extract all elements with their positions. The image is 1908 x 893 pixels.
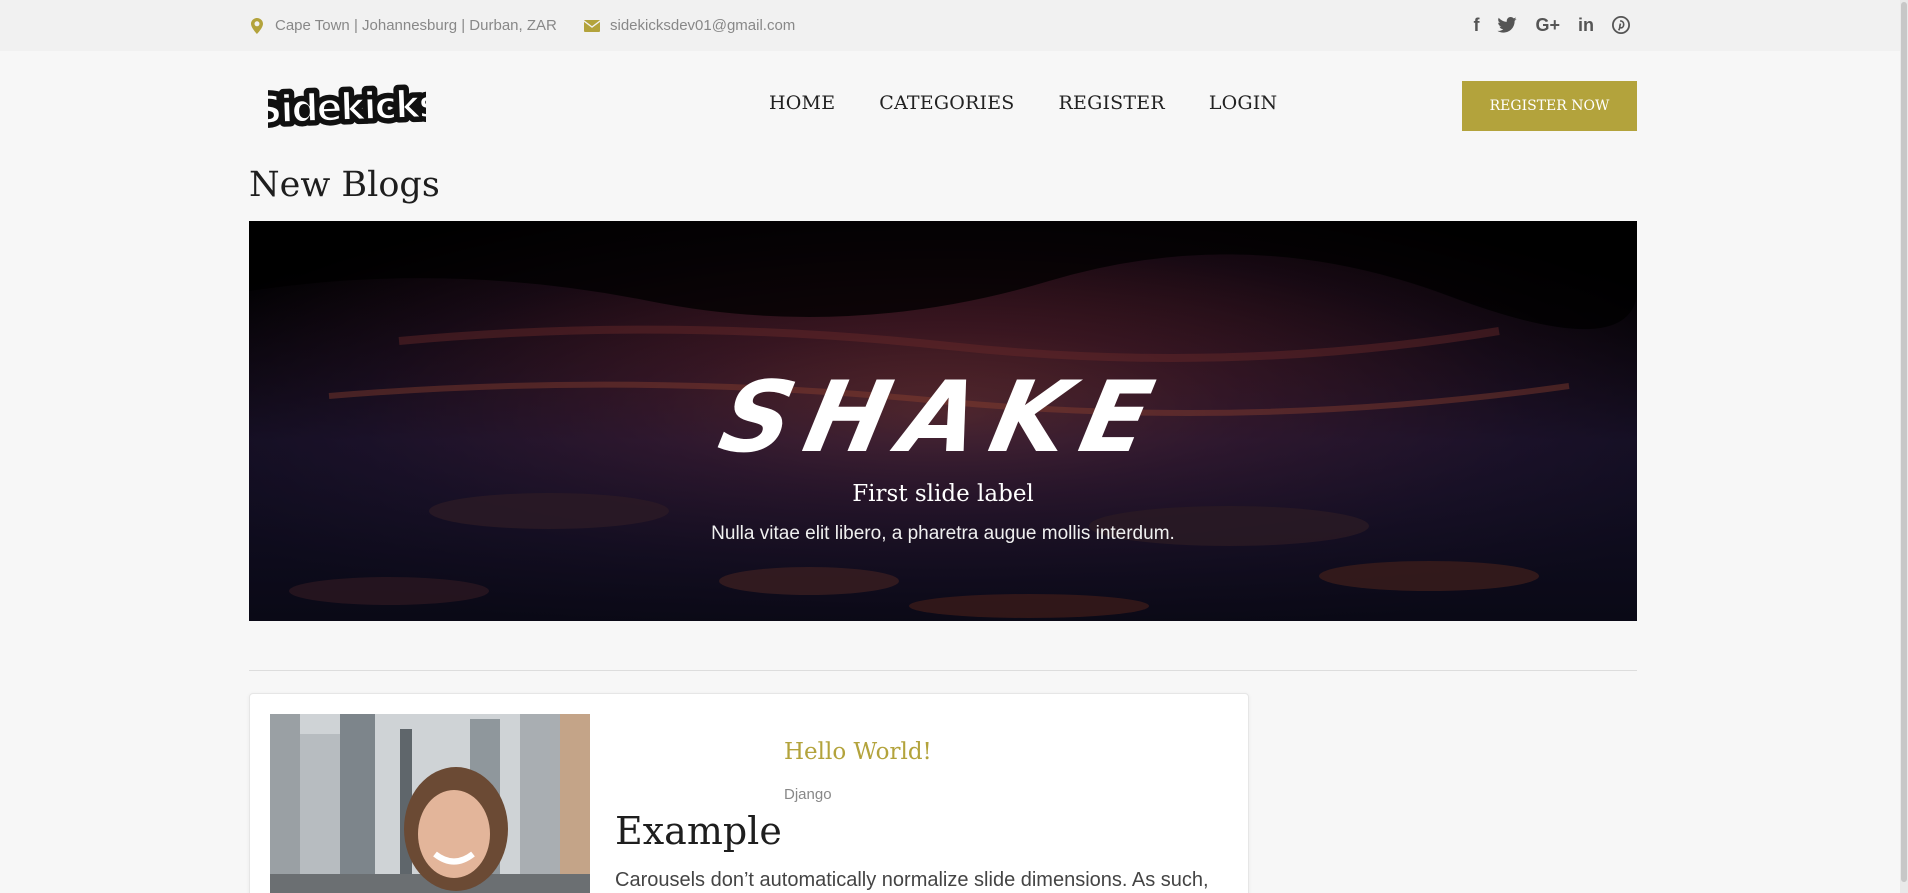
social-links: f G+ in (1473, 13, 1630, 37)
post-title-link[interactable]: Hello World! (784, 739, 932, 765)
post-thumbnail-image[interactable] (270, 714, 590, 893)
nav-home[interactable]: HOME (769, 92, 835, 114)
envelope-icon (584, 18, 600, 34)
location-text: Cape Town | Johannesburg | Durban, ZAR (275, 17, 557, 34)
email-info[interactable]: sidekicksdev01@gmail.com (584, 17, 795, 34)
page-scrollbar[interactable] (1900, 0, 1908, 893)
twitter-icon[interactable] (1497, 13, 1518, 37)
email-text[interactable]: sidekicksdev01@gmail.com (610, 17, 795, 34)
page-title: New Blogs (249, 165, 440, 205)
sidekicks-logo[interactable]: Sidekicks Sidekicks (250, 77, 445, 136)
post-category[interactable]: Django (784, 786, 832, 803)
post-heading: Example (615, 809, 782, 853)
blog-post-card[interactable]: Hello World! Django Example Carousels do… (249, 693, 1249, 893)
nav-login[interactable]: LOGIN (1209, 92, 1278, 114)
pinterest-icon[interactable] (1612, 13, 1630, 37)
register-now-button[interactable]: REGISTER NOW (1462, 81, 1637, 131)
map-pin-icon (249, 17, 265, 34)
top-info-bar: Cape Town | Johannesburg | Durban, ZAR s… (0, 0, 1900, 51)
section-divider (249, 670, 1637, 671)
slide-caption: Nulla vitae elit libero, a pharetra augu… (711, 523, 1175, 544)
linkedin-icon[interactable]: in (1578, 13, 1594, 37)
scrollbar-thumb[interactable] (1901, 2, 1907, 882)
location-info: Cape Town | Johannesburg | Durban, ZAR (249, 17, 557, 34)
post-excerpt: Carousels don’t automatically normalize … (615, 869, 1209, 891)
hero-headline: SHAKE (710, 361, 1176, 475)
nav-categories[interactable]: CATEGORIES (879, 92, 1014, 114)
nav-register[interactable]: REGISTER (1059, 92, 1165, 114)
slide-label: First slide label (852, 481, 1034, 507)
main-nav: HOME CATEGORIES REGISTER LOGIN (769, 92, 1277, 114)
logo-text: Sidekicks (268, 82, 426, 132)
google-plus-icon[interactable]: G+ (1535, 13, 1560, 37)
hero-carousel[interactable]: SHAKE First slide label Nulla vitae elit… (249, 221, 1637, 621)
facebook-icon[interactable]: f (1473, 13, 1479, 37)
